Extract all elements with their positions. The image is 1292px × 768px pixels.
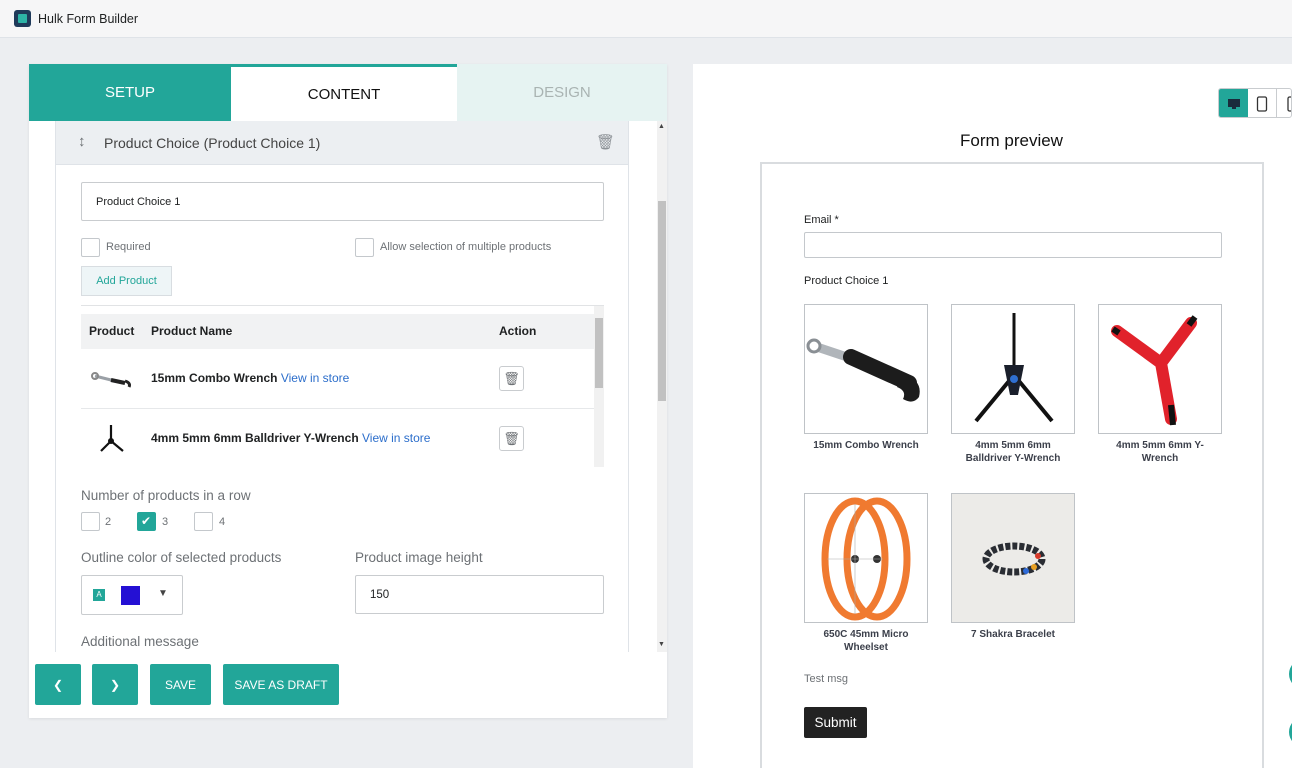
submit-button[interactable]: Submit [804, 707, 867, 738]
editor-panel: SETUP CONTENT DESIGN ↕ Product Choice (P… [29, 64, 667, 718]
product-choice-label: Product Choice 1 [804, 275, 889, 287]
mobile-view-button[interactable] [1277, 89, 1291, 117]
bead-bracelet-image [951, 493, 1075, 623]
scroll-down-icon[interactable]: ▼ [658, 641, 665, 648]
combo-wrench-image [804, 304, 928, 434]
column-header-product: Product [89, 324, 135, 338]
table-row: 4mm 5mm 6mm Balldriver Y-Wrench View in … [81, 409, 594, 467]
table-header: Product Product Name Action [81, 314, 594, 349]
trash-icon: 🗑 [503, 370, 520, 386]
editor-scrollbar[interactable]: ▲ ▼ [657, 121, 667, 652]
next-button[interactable]: ❯ [92, 664, 138, 705]
delete-product-button[interactable]: 🗑 [499, 366, 524, 391]
product-card-name: 7 Shakra Bracelet [971, 629, 1055, 640]
previous-button[interactable]: ❮ [35, 664, 81, 705]
product-card-name: 650C 45mm Micro Wheelset [823, 629, 909, 653]
color-badge: A [93, 589, 105, 601]
multiple-selection-label: Allow selection of multiple products [380, 241, 552, 253]
row-count-option-4[interactable] [194, 512, 213, 531]
red-y-wrench-image [1098, 304, 1222, 434]
desktop-view-button[interactable] [1219, 89, 1248, 117]
product-card-name: 4mm 5mm 6mm Balldriver Y-Wrench [965, 440, 1061, 464]
tab-setup[interactable]: SETUP [29, 64, 231, 121]
app-bar: Hulk Form Builder [0, 0, 1292, 38]
mobile-icon [1286, 96, 1291, 112]
chevron-left-icon: ❮ [52, 677, 64, 692]
scroll-up-icon[interactable]: ▲ [658, 123, 665, 130]
save-as-draft-button[interactable]: SAVE AS DRAFT [223, 664, 339, 705]
device-toggle [1218, 88, 1292, 118]
preview-panel: Form preview Email * Product Choice 1 15… [693, 64, 1292, 768]
tab-content[interactable]: CONTENT [231, 64, 457, 121]
add-product-button[interactable]: Add Product [81, 266, 172, 296]
block-title: Product Choice (Product Choice 1) [104, 135, 321, 151]
column-header-name: Product Name [151, 324, 233, 338]
row-count-label: Number of products in a row [81, 488, 251, 503]
editor-tabs: SETUP CONTENT DESIGN [29, 64, 667, 121]
field-name-input[interactable] [81, 182, 604, 221]
save-button[interactable]: SAVE [150, 664, 211, 705]
delete-block-icon[interactable]: 🗑 [596, 133, 615, 151]
additional-message-text: Test msg [804, 673, 849, 685]
product-name: 4mm 5mm 6mm Balldriver Y-Wrench View in … [151, 431, 431, 445]
color-swatch [121, 586, 140, 605]
chevron-down-icon: ▼ [158, 588, 168, 599]
drag-handle-icon[interactable]: ↕ [78, 133, 86, 150]
row-count-option-label: 3 [162, 516, 169, 528]
table-scrollbar-thumb[interactable] [595, 318, 603, 388]
image-height-input[interactable] [355, 575, 604, 614]
y-wrench-thumb-icon [100, 425, 124, 452]
outline-color-picker[interactable]: A ▼ [81, 575, 183, 615]
outline-color-label: Outline color of selected products [81, 550, 282, 565]
tablet-icon [1256, 96, 1268, 112]
form-preview: Email * Product Choice 1 15mm Combo Wren… [760, 162, 1264, 768]
table-row: 15mm Combo Wrench View in store 🗑 [81, 349, 594, 409]
row-count-option-label: 4 [219, 516, 226, 528]
email-label: Email * [804, 214, 839, 226]
multiple-selection-checkbox[interactable] [355, 238, 374, 257]
row-count-option-label: 2 [105, 516, 112, 528]
row-count-option-3[interactable] [137, 512, 156, 531]
product-table: Product Product Name Action 15mm Combo W… [81, 305, 604, 467]
trash-icon: 🗑 [503, 430, 520, 446]
balldriver-y-wrench-image [951, 304, 1075, 434]
required-checkbox[interactable] [81, 238, 100, 257]
app-logo-icon [14, 10, 31, 27]
tab-design[interactable]: DESIGN [457, 64, 667, 121]
wrench-thumb-icon [91, 372, 131, 388]
table-scrollbar[interactable] [594, 306, 604, 467]
editor-scrollbar-thumb[interactable] [658, 201, 666, 401]
bottom-action-bar: ❮ ❯ SAVE SAVE AS DRAFT [29, 652, 667, 718]
delete-product-button[interactable]: 🗑 [499, 426, 524, 451]
image-height-label: Product image height [355, 550, 483, 565]
view-in-store-link[interactable]: View in store [362, 431, 430, 445]
preview-title: Form preview [960, 131, 1063, 150]
tablet-view-button[interactable] [1248, 89, 1277, 117]
product-card-name: 15mm Combo Wrench [813, 440, 919, 451]
desktop-icon [1227, 99, 1240, 109]
product-name: 15mm Combo Wrench View in store [151, 371, 350, 385]
product-card-name: 4mm 5mm 6mm Y- Wrench [1116, 440, 1204, 464]
required-label: Required [106, 241, 151, 253]
additional-message-label: Additional message [81, 634, 199, 649]
editor-scroll-area: ↕ Product Choice (Product Choice 1) 🗑 Re… [29, 121, 667, 652]
email-input[interactable] [804, 232, 1222, 258]
orange-wheelset-image [804, 493, 928, 623]
product-choice-block: ↕ Product Choice (Product Choice 1) 🗑 Re… [55, 121, 629, 652]
block-header: ↕ Product Choice (Product Choice 1) 🗑 [56, 121, 628, 165]
chevron-right-icon: ❯ [109, 677, 121, 692]
app-title: Hulk Form Builder [38, 12, 139, 26]
row-count-option-2[interactable] [81, 512, 100, 531]
view-in-store-link[interactable]: View in store [281, 371, 349, 385]
column-header-action: Action [499, 324, 537, 338]
